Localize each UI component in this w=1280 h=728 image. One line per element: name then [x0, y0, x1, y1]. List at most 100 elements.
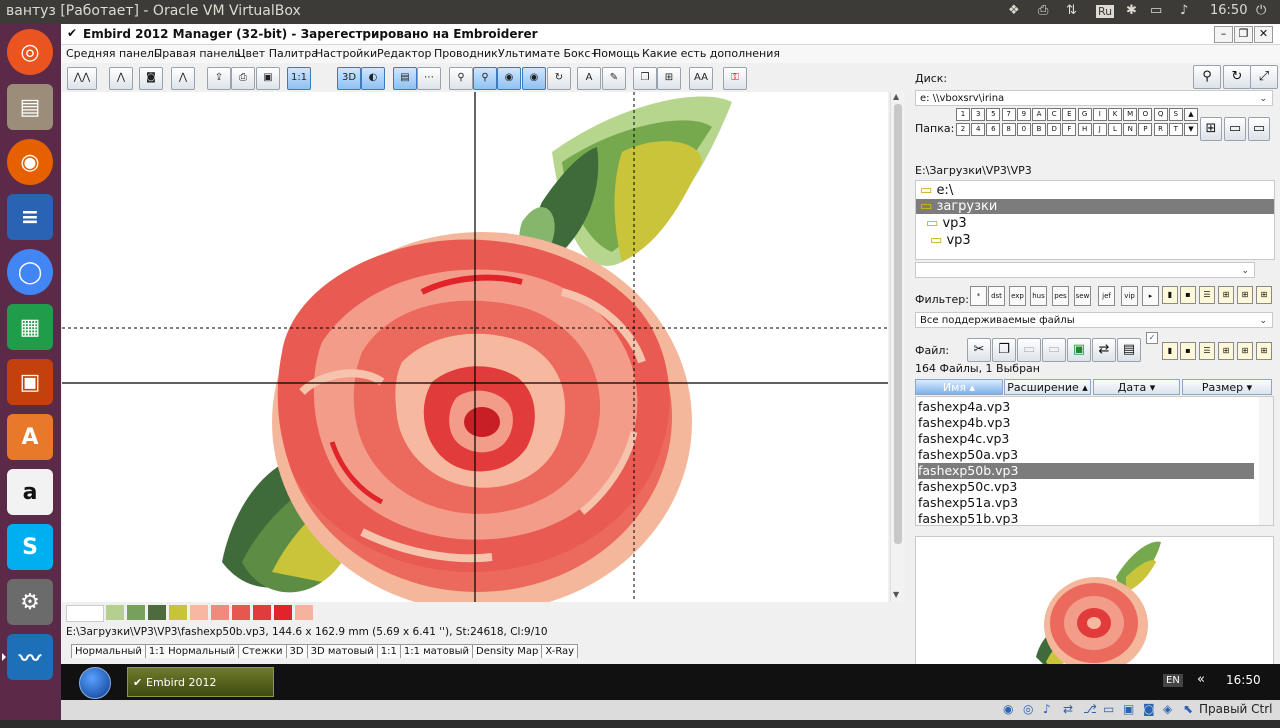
palette-swatch[interactable]: [274, 605, 292, 620]
menu-item-settings[interactable]: Настройки: [315, 47, 377, 60]
zoom-1to1-button[interactable]: 1:1: [287, 67, 311, 90]
file-item[interactable]: fashexp4c.vp3: [918, 431, 1254, 447]
maximize-button[interactable]: ❐: [1234, 26, 1253, 43]
filter-sew-button[interactable]: sew: [1074, 286, 1091, 306]
close-button[interactable]: ✕: [1254, 26, 1273, 43]
view-grid-small-icon[interactable]: ⊞: [1237, 286, 1253, 304]
tree-item[interactable]: ▭ e:\: [920, 183, 953, 198]
folder-open-icon[interactable]: ▭: [1248, 117, 1270, 141]
delete-icon[interactable]: ▭: [1042, 338, 1066, 362]
file-list-scrollbar[interactable]: [1259, 397, 1273, 525]
file-item[interactable]: fashexp4a.vp3: [918, 399, 1254, 415]
zoom-search-icon[interactable]: ⚲: [1193, 65, 1221, 89]
palette-swatch[interactable]: [232, 605, 250, 620]
export-icon[interactable]: ⇪: [207, 67, 231, 90]
save-icon[interactable]: ▣: [256, 67, 280, 90]
scrollbar-thumb[interactable]: [894, 104, 902, 544]
filter-dst-button[interactable]: dst: [988, 286, 1005, 306]
settings-icon[interactable]: ⚙: [7, 579, 53, 625]
language-indicator[interactable]: EN: [1163, 674, 1183, 687]
view-medium-icon[interactable]: ▪: [1180, 286, 1196, 304]
design-canvas[interactable]: [62, 92, 888, 602]
palette-swatch[interactable]: [148, 605, 166, 620]
folder-icon[interactable]: ▭: [1224, 117, 1246, 141]
menu-item-explorer[interactable]: Проводник: [434, 47, 498, 60]
hdd-icon[interactable]: ◉: [1003, 702, 1013, 716]
firefox-icon[interactable]: ◉: [7, 139, 53, 185]
menu-item-addons[interactable]: Какие есть дополнения: [642, 47, 780, 60]
palette-swatch[interactable]: [127, 605, 145, 620]
new-folder-icon[interactable]: ⊞: [1200, 117, 1222, 141]
drive-button[interactable]: 0: [1016, 123, 1031, 136]
cpu-icon[interactable]: ◈: [1163, 702, 1172, 716]
menu-item-editor[interactable]: Редактор: [377, 47, 432, 60]
minimize-button[interactable]: –: [1214, 26, 1233, 43]
palette-swatch[interactable]: [295, 605, 313, 620]
taskbar-item-embird[interactable]: ✔Embird 2012 Manage...: [127, 667, 274, 719]
view-grid-icon[interactable]: ⊞: [1218, 342, 1234, 360]
windows-start-button[interactable]: [79, 667, 111, 699]
file-item[interactable]: fashexp4b.vp3: [918, 415, 1254, 431]
drive-scroll-down-icon[interactable]: ▼: [1184, 123, 1198, 136]
tab-stitches[interactable]: Стежки: [238, 644, 287, 658]
audio-icon[interactable]: ♪: [1043, 702, 1051, 716]
drive-button[interactable]: 4: [971, 123, 986, 136]
file-item-selected[interactable]: fashexp50b.vp3: [918, 463, 1254, 479]
drive-button[interactable]: P: [1138, 123, 1153, 136]
tree-icon[interactable]: ⊞: [657, 67, 681, 90]
drive-button[interactable]: 6: [986, 123, 1001, 136]
palette-swatch[interactable]: [211, 605, 229, 620]
filter-hus-button[interactable]: hus: [1030, 286, 1047, 306]
refresh-icon[interactable]: ↻: [1223, 65, 1251, 89]
drive-button[interactable]: K: [1108, 108, 1122, 121]
text-edit-icon[interactable]: ✎: [602, 67, 626, 90]
view-grid-icon[interactable]: ⊞: [1218, 286, 1234, 304]
drive-button[interactable]: S: [1168, 108, 1183, 121]
impress-icon[interactable]: ▣: [7, 359, 53, 405]
chrome-icon[interactable]: ◯: [7, 249, 53, 295]
view-large-icon[interactable]: ▮: [1162, 342, 1178, 360]
scroll-up-icon[interactable]: ▲: [893, 92, 899, 101]
drive-button[interactable]: 7: [1001, 108, 1016, 121]
refresh-icon[interactable]: ↻: [547, 67, 571, 90]
power-icon[interactable]: ⏻: [1256, 3, 1266, 18]
filter-jef-button[interactable]: jef: [1098, 286, 1115, 306]
text-tool-button[interactable]: A: [577, 67, 601, 90]
save-file-icon[interactable]: ▣: [1067, 338, 1091, 362]
drive-button[interactable]: J: [1092, 123, 1107, 136]
amazon-icon[interactable]: a: [7, 469, 53, 515]
drive-button[interactable]: E: [1062, 108, 1077, 121]
view-list-icon[interactable]: ☰: [1199, 286, 1215, 304]
palette-swatch[interactable]: [253, 605, 271, 620]
menu-item-ultimate-box[interactable]: Ультимате Бокс+: [498, 47, 600, 60]
view-list-icon[interactable]: ☰: [1199, 342, 1215, 360]
secondary-select[interactable]: ⌄: [915, 262, 1255, 278]
stitch-view-button[interactable]: ⋀⋀: [67, 67, 97, 90]
filter-more-icon[interactable]: ▸: [1142, 286, 1159, 306]
stitch-settings-icon[interactable]: ⋀: [171, 67, 195, 90]
tab-1to1[interactable]: 1:1: [376, 644, 401, 658]
drive-button[interactable]: L: [1108, 123, 1122, 136]
tree-item[interactable]: ▭ vp3: [930, 233, 971, 248]
tab-density-map[interactable]: Density Map: [472, 644, 543, 658]
drive-button[interactable]: B: [1032, 123, 1046, 136]
palette-swatch[interactable]: [169, 605, 187, 620]
view-3d-button[interactable]: 3D: [337, 67, 361, 90]
palette-swatch[interactable]: [66, 605, 104, 622]
ubuntu-dash-icon[interactable]: ◎: [7, 29, 53, 75]
drive-button[interactable]: F: [1062, 123, 1077, 136]
volume-icon[interactable]: ♪: [1180, 3, 1188, 18]
tab-normal[interactable]: Нормальный: [71, 644, 146, 658]
software-center-icon[interactable]: A: [7, 414, 53, 460]
eye-icon[interactable]: ◉: [497, 67, 521, 90]
optical-drive-icon[interactable]: ◎: [1023, 702, 1033, 716]
disk-select[interactable]: e: \\vboxsrv\irina ⌄: [915, 90, 1273, 106]
filter-all-button[interactable]: *: [970, 286, 987, 306]
dropbox-icon[interactable]: ❖: [1008, 3, 1020, 18]
font-button[interactable]: AA: [689, 67, 713, 90]
drive-button[interactable]: 2: [956, 123, 970, 136]
printer-icon[interactable]: ⎙: [1038, 3, 1048, 18]
drive-button[interactable]: 1: [956, 108, 970, 121]
convert-icon[interactable]: ⇄: [1092, 338, 1116, 362]
key-icon[interactable]: ⚿: [723, 67, 747, 90]
